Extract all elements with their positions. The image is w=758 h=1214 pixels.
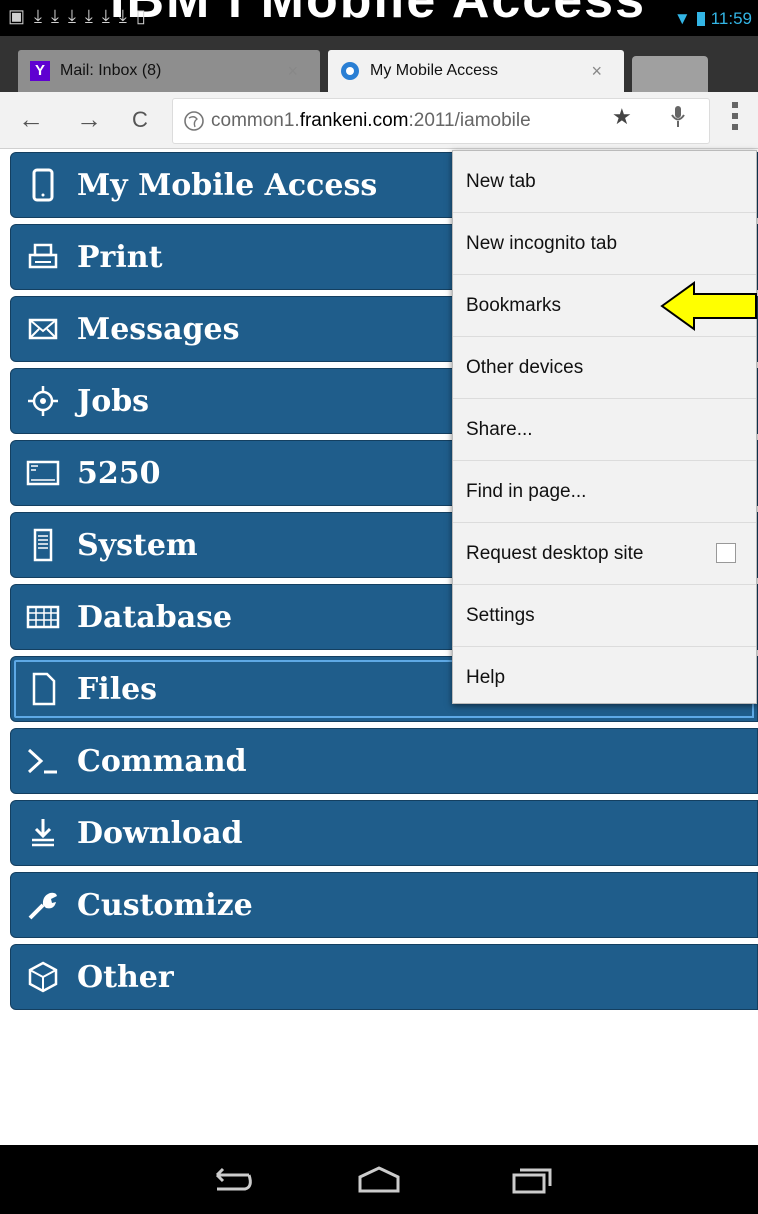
dropdown-request-desktop-site[interactable]: Request desktop site bbox=[453, 523, 756, 585]
globe-favicon bbox=[340, 61, 360, 81]
menu-item-command[interactable]: Command bbox=[10, 728, 758, 794]
table-icon bbox=[23, 597, 63, 637]
dropdown-label: Find in page... bbox=[466, 480, 587, 502]
dropdown-new-tab[interactable]: New tab bbox=[453, 151, 756, 213]
menu-item-label: Jobs bbox=[77, 383, 150, 419]
download-tray-icon bbox=[23, 813, 63, 853]
download-icon: ⤓ bbox=[50, 6, 59, 26]
yahoo-icon: Y bbox=[30, 61, 50, 81]
recent-apps-icon[interactable] bbox=[510, 1165, 554, 1200]
terminal-screen-icon bbox=[23, 453, 63, 493]
battery-icon bbox=[696, 12, 705, 26]
menu-item-customize[interactable]: Customize bbox=[10, 872, 758, 938]
sim-icon: ▯ bbox=[135, 6, 146, 26]
menu-item-label: Download bbox=[77, 815, 243, 851]
back-arrow-icon[interactable]: ← bbox=[18, 104, 44, 135]
dropdown-label: Help bbox=[466, 666, 506, 688]
printer-icon bbox=[23, 237, 63, 277]
menu-item-label: Command bbox=[77, 743, 247, 779]
tab-label: My Mobile Access bbox=[370, 62, 499, 79]
status-right: ▼ 11:59 bbox=[674, 9, 752, 29]
dropdown-other-devices[interactable]: Other devices bbox=[453, 337, 756, 399]
menu-item-download[interactable]: Download bbox=[10, 800, 758, 866]
notification-icons: ▣ ⤓ ⤓ ⤓ ⤓ ⤓ ⤓ ▯ bbox=[8, 6, 146, 27]
wrench-icon bbox=[23, 885, 63, 925]
download-icon: ⤓ bbox=[118, 6, 127, 26]
dropdown-share[interactable]: Share... bbox=[453, 399, 756, 461]
tab-label: Mail: Inbox (8) bbox=[60, 62, 162, 79]
dropdown-new-incognito-tab[interactable]: New incognito tab bbox=[453, 213, 756, 275]
dropdown-find-in-page[interactable]: Find in page... bbox=[453, 461, 756, 523]
annotation-arrow-icon bbox=[660, 281, 757, 331]
download-icon: ⤓ bbox=[84, 6, 93, 26]
browser-toolbar: ← → C common1. frankeni.com:2011/iamobile… bbox=[0, 92, 758, 149]
dropdown-label: Bookmarks bbox=[466, 294, 562, 316]
tab-strip: Y Mail: Inbox (8) × My Mobile Access × bbox=[0, 36, 758, 92]
menu-item-label: Print bbox=[77, 239, 163, 275]
server-icon bbox=[23, 525, 63, 565]
back-nav-icon[interactable] bbox=[205, 1165, 255, 1200]
bookmark-star-icon[interactable]: ★ bbox=[612, 104, 632, 130]
url-prefix: common1. bbox=[211, 110, 300, 131]
close-icon[interactable]: × bbox=[591, 61, 602, 82]
envelope-icon bbox=[23, 309, 63, 349]
dropdown-settings[interactable]: Settings bbox=[453, 585, 756, 647]
desktop-site-checkbox[interactable] bbox=[716, 543, 736, 563]
forward-arrow-icon[interactable]: → bbox=[76, 104, 102, 135]
dropdown-label: Request desktop site bbox=[466, 542, 644, 564]
menu-item-label: Other bbox=[77, 959, 174, 995]
home-nav-icon[interactable] bbox=[356, 1165, 402, 1200]
menu-item-label: System bbox=[77, 527, 198, 563]
tab-mail[interactable]: Y Mail: Inbox (8) × bbox=[18, 50, 320, 92]
new-tab-button[interactable] bbox=[632, 56, 708, 92]
prompt-icon bbox=[23, 741, 63, 781]
download-icon: ⤓ bbox=[101, 6, 110, 26]
globe-icon bbox=[183, 110, 205, 132]
gear-target-icon bbox=[23, 381, 63, 421]
menu-item-label: Messages bbox=[77, 311, 240, 347]
menu-item-label: Database bbox=[77, 599, 233, 635]
menu-item-label: Customize bbox=[77, 887, 253, 923]
file-icon bbox=[23, 669, 63, 709]
clock: 11:59 bbox=[710, 9, 752, 28]
phone-icon bbox=[23, 165, 63, 205]
menu-item-label: Files bbox=[77, 671, 158, 707]
url-host: frankeni.com bbox=[299, 110, 409, 131]
dropdown-label: New incognito tab bbox=[466, 232, 618, 254]
overlay-title: IBM i Mobile Access bbox=[110, 0, 646, 29]
dropdown-label: Settings bbox=[466, 604, 535, 626]
image-icon: ▣ bbox=[8, 6, 26, 26]
menu-item-label: 5250 bbox=[77, 455, 161, 491]
download-icon: ⤓ bbox=[67, 6, 76, 26]
menu-item-other[interactable]: Other bbox=[10, 944, 758, 1010]
dropdown-help[interactable]: Help bbox=[453, 647, 756, 708]
dropdown-label: Other devices bbox=[466, 356, 584, 378]
url-suffix: :2011/iamobile bbox=[408, 110, 531, 131]
status-bar: IBM i Mobile Access ▣ ⤓ ⤓ ⤓ ⤓ ⤓ ⤓ ▯ ▼ 11… bbox=[0, 0, 758, 36]
close-icon[interactable]: × bbox=[287, 61, 298, 82]
download-icon: ⤓ bbox=[34, 6, 42, 26]
dropdown-label: Share... bbox=[466, 418, 533, 440]
overflow-menu-icon[interactable] bbox=[732, 102, 738, 135]
wifi-icon: ▼ bbox=[673, 9, 691, 28]
microphone-icon[interactable] bbox=[670, 104, 686, 135]
cube-icon bbox=[23, 957, 63, 997]
tab-my-mobile-access[interactable]: My Mobile Access × bbox=[328, 50, 624, 92]
menu-item-label: My Mobile Access bbox=[77, 167, 378, 203]
system-nav-bar bbox=[0, 1145, 758, 1214]
reload-icon[interactable]: C bbox=[132, 107, 148, 133]
browser-overflow-menu: New tab New incognito tab Bookmarks Othe… bbox=[452, 150, 757, 704]
dropdown-label: New tab bbox=[466, 170, 536, 192]
